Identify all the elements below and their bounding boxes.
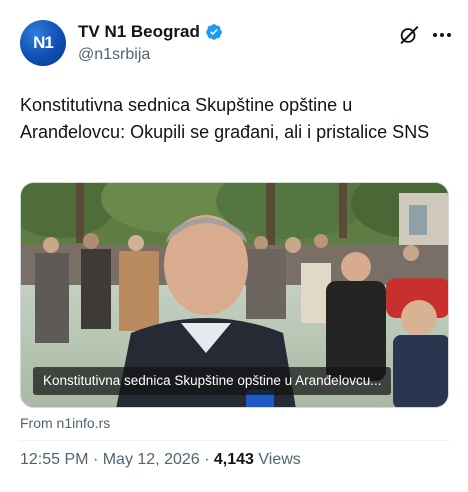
tweet-media-image[interactable]: Konstitutivna sednica Skupštine opštine …	[20, 182, 449, 408]
avatar[interactable]: N1	[20, 20, 66, 66]
author-names: TV N1 Beograd @n1srbija	[78, 22, 223, 64]
avatar-logo-text: N1	[33, 33, 54, 52]
meta-separator: ·	[204, 451, 210, 468]
tweet-date[interactable]: May 12, 2026	[103, 451, 200, 468]
meta-separator: ·	[92, 451, 99, 468]
author-handle[interactable]: @n1srbija	[78, 46, 223, 64]
link-source[interactable]: From n1info.rs	[20, 415, 110, 431]
author-display-name-row[interactable]: TV N1 Beograd	[78, 22, 223, 42]
grok-icon[interactable]	[398, 24, 420, 46]
views-label: Views	[258, 451, 301, 468]
author-display-name[interactable]: TV N1 Beograd	[78, 22, 200, 42]
tweet-text: Konstitutivna sednica Skupštine opštine …	[20, 95, 430, 142]
media-caption: Konstitutivna sednica Skupštine opštine …	[33, 367, 392, 395]
tweet-meta: 12:55 PM · May 12, 2026 · 4,143 Views	[20, 451, 301, 469]
divider	[20, 440, 450, 441]
tweet-header: N1 TV N1 Beograd @n1srbija	[20, 20, 453, 70]
verified-badge-icon	[205, 24, 222, 40]
tweet-time[interactable]: 12:55 PM	[20, 451, 88, 468]
more-icon[interactable]	[431, 24, 453, 46]
views-count: 4,143	[213, 451, 254, 468]
